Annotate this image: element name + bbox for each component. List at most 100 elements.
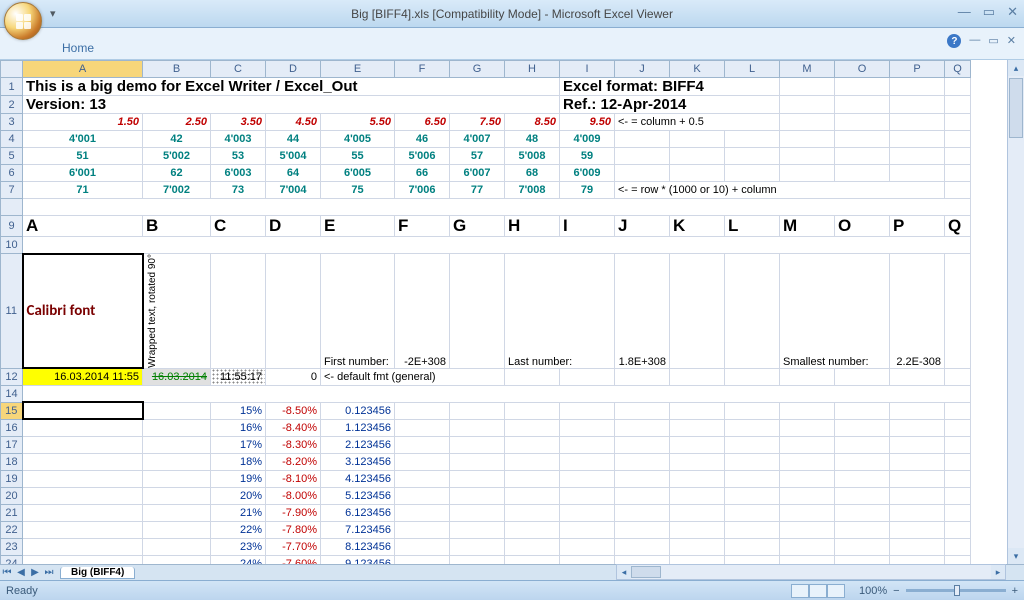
col-header[interactable]: A — [23, 61, 143, 78]
ribbon-restore-icon[interactable]: ▭ — [988, 34, 998, 48]
tab-nav-last-icon[interactable]: ⏭ — [42, 567, 56, 578]
col-header[interactable]: L — [725, 61, 780, 78]
cell[interactable]: -8.50% — [266, 402, 321, 419]
row-header[interactable]: 23 — [1, 538, 23, 555]
col-header[interactable]: E — [321, 61, 395, 78]
row-header[interactable]: 4 — [1, 131, 23, 148]
zoom-slider[interactable] — [906, 589, 1006, 592]
row-header[interactable] — [1, 199, 23, 216]
cell[interactable]: K — [670, 216, 725, 237]
cell[interactable]: 4.50 — [266, 114, 321, 131]
row-header[interactable]: 1 — [1, 78, 23, 96]
cell[interactable]: -7.80% — [266, 521, 321, 538]
cell[interactable]: I — [560, 216, 615, 237]
cell[interactable]: 17% — [211, 436, 266, 453]
row-header[interactable]: 14 — [1, 385, 23, 402]
cell[interactable]: -2E+308 — [395, 254, 450, 369]
select-all-corner[interactable] — [1, 61, 23, 78]
vertical-scrollbar[interactable]: ▴ ▾ — [1007, 60, 1024, 564]
row-header[interactable]: 9 — [1, 216, 23, 237]
col-header[interactable]: B — [143, 61, 211, 78]
scroll-up-icon[interactable]: ▴ — [1008, 60, 1024, 76]
row-header[interactable]: 24 — [1, 555, 23, 564]
scroll-thumb[interactable] — [1009, 78, 1023, 138]
scroll-down-icon[interactable]: ▾ — [1008, 548, 1024, 564]
tab-nav-next-icon[interactable]: ▶ — [28, 567, 42, 578]
col-header[interactable]: M — [780, 61, 835, 78]
cell[interactable]: 1.8E+308 — [615, 254, 670, 369]
cell[interactable] — [23, 487, 143, 504]
cell[interactable]: 19% — [211, 470, 266, 487]
cell[interactable]: O — [835, 216, 890, 237]
cell[interactable]: <- default fmt (general) — [321, 368, 505, 385]
row-header[interactable]: 17 — [1, 436, 23, 453]
zoom-out-icon[interactable]: − — [893, 585, 899, 597]
cell[interactable]: 6'001 — [23, 165, 143, 182]
cell[interactable]: 16% — [211, 419, 266, 436]
col-header[interactable]: J — [615, 61, 670, 78]
cell[interactable]: 6'007 — [450, 165, 505, 182]
scroll-right-icon[interactable]: ▸ — [991, 565, 1005, 579]
col-header[interactable]: G — [450, 61, 505, 78]
cell[interactable]: 15% — [211, 402, 266, 419]
tab-home[interactable]: Home — [50, 37, 106, 59]
cell[interactable]: 59 — [560, 148, 615, 165]
cell[interactable] — [23, 419, 143, 436]
cell[interactable]: 5'002 — [143, 148, 211, 165]
cell[interactable]: 71 — [23, 182, 143, 199]
cell[interactable]: 51 — [23, 148, 143, 165]
cell[interactable]: B — [143, 216, 211, 237]
cell[interactable]: J — [615, 216, 670, 237]
cell[interactable]: 6.123456 — [321, 504, 395, 521]
cell[interactable]: Last number: — [505, 254, 615, 369]
office-button[interactable] — [4, 2, 42, 40]
cell[interactable]: 1.50 — [23, 114, 143, 131]
row-header[interactable]: 19 — [1, 470, 23, 487]
cell[interactable]: Ref.: 12-Apr-2014 — [560, 96, 780, 114]
sheet-tab[interactable]: Big (BIFF4) — [60, 567, 135, 579]
cell[interactable]: P — [890, 216, 945, 237]
cell[interactable]: 16.03.2014 11:55 — [23, 368, 143, 385]
horizontal-scrollbar[interactable]: ◂ ▸ — [616, 564, 1006, 580]
row-header[interactable]: 2 — [1, 96, 23, 114]
view-normal-icon[interactable] — [791, 584, 809, 598]
view-pagebreak-icon[interactable] — [827, 584, 845, 598]
cell[interactable]: 4'005 — [321, 131, 395, 148]
cell[interactable]: Excel format: BIFF4 — [560, 78, 780, 96]
row-header[interactable]: 12 — [1, 368, 23, 385]
cell[interactable]: <- = row * (1000 or 10) + column — [615, 182, 945, 199]
cell[interactable]: L — [725, 216, 780, 237]
row-header[interactable]: 18 — [1, 453, 23, 470]
cell[interactable]: 6'003 — [211, 165, 266, 182]
cell[interactable] — [23, 538, 143, 555]
cell[interactable]: 23% — [211, 538, 266, 555]
cell[interactable]: 8.50 — [505, 114, 560, 131]
cell[interactable]: C — [211, 216, 266, 237]
cell[interactable]: F — [395, 216, 450, 237]
cell[interactable]: 77 — [450, 182, 505, 199]
cell[interactable]: -8.20% — [266, 453, 321, 470]
cell[interactable]: H — [505, 216, 560, 237]
ribbon-close-icon[interactable]: ✕ — [1007, 34, 1016, 48]
zoom-slider-thumb[interactable] — [954, 585, 960, 596]
cell[interactable]: 68 — [505, 165, 560, 182]
cell[interactable]: 9.50 — [560, 114, 615, 131]
row-header[interactable]: 6 — [1, 165, 23, 182]
cell[interactable]: 2.123456 — [321, 436, 395, 453]
col-header[interactable]: P — [890, 61, 945, 78]
cell[interactable]: 57 — [450, 148, 505, 165]
cell[interactable]: 6'005 — [321, 165, 395, 182]
cell[interactable]: 6.50 — [395, 114, 450, 131]
cell[interactable]: 3.123456 — [321, 453, 395, 470]
col-header[interactable]: C — [211, 61, 266, 78]
cell[interactable] — [23, 402, 143, 419]
cell[interactable]: 7'008 — [505, 182, 560, 199]
cell[interactable]: 0 — [266, 368, 321, 385]
cell[interactable]: 7.50 — [450, 114, 505, 131]
maximize-button[interactable]: ▭ — [983, 4, 995, 20]
col-header[interactable]: Q — [945, 61, 971, 78]
cell[interactable]: 5'006 — [395, 148, 450, 165]
cell[interactable]: 42 — [143, 131, 211, 148]
cell[interactable]: 5.123456 — [321, 487, 395, 504]
cell[interactable]: -8.10% — [266, 470, 321, 487]
